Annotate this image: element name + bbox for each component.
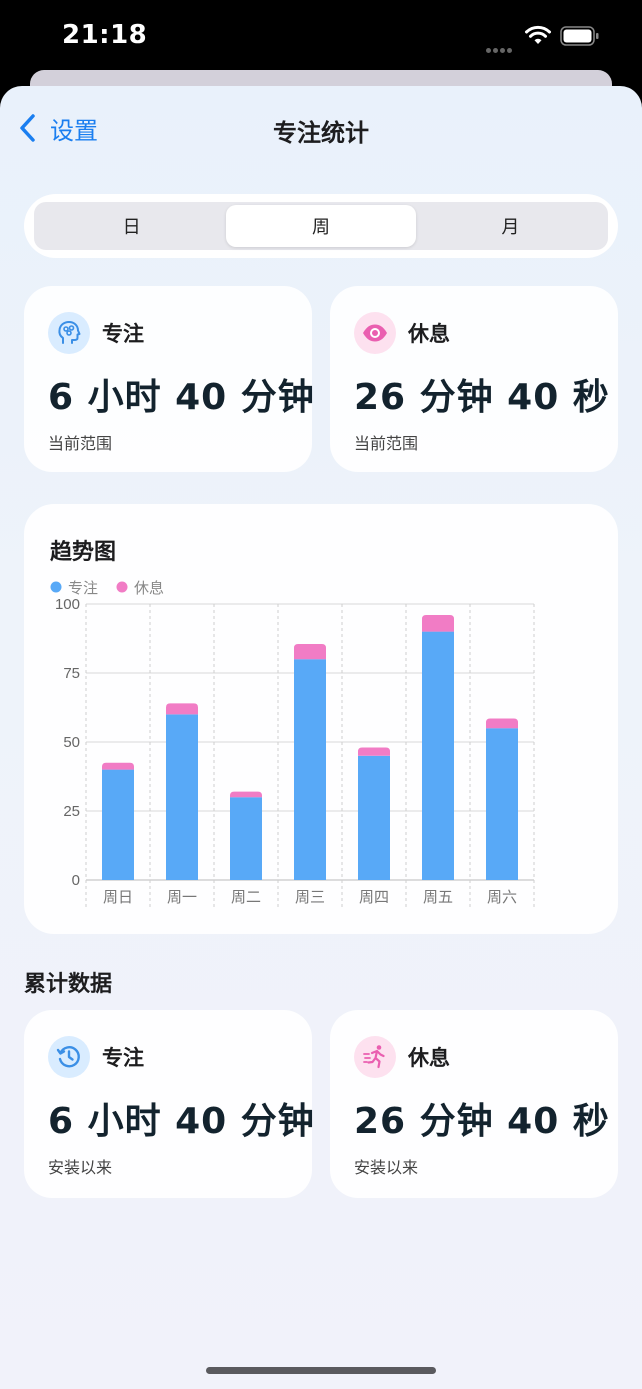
bar-rest bbox=[102, 762, 134, 770]
bar-focus bbox=[486, 728, 518, 880]
focus-total-value: 6 小时 40 分钟 bbox=[48, 1101, 315, 1142]
battery-icon bbox=[560, 26, 599, 46]
rest-total-value: 26 分钟 40 秒 bbox=[354, 1101, 610, 1142]
range-selector: 日 周 月 bbox=[24, 194, 618, 258]
bar-focus bbox=[166, 714, 198, 880]
bar-rest bbox=[422, 615, 454, 632]
focus-range-value: 6 小时 40 分钟 bbox=[48, 377, 315, 418]
y-tick-label: 0 bbox=[72, 872, 80, 889]
rest-total-sub: 安装以来 bbox=[354, 1158, 419, 1177]
bar-focus bbox=[422, 631, 454, 880]
y-tick-label: 100 bbox=[55, 596, 80, 613]
x-tick-label: 周一 bbox=[167, 888, 197, 906]
rest-label: 休息 bbox=[408, 322, 450, 346]
status-time: 21:18 bbox=[62, 20, 148, 50]
x-tick-label: 周日 bbox=[103, 888, 133, 906]
bar-rest bbox=[166, 703, 198, 715]
focus-total-sub: 安装以来 bbox=[48, 1158, 113, 1177]
home-indicator bbox=[206, 1367, 436, 1374]
focus-range-card: 专注 6 小时 40 分钟 当前范围 bbox=[24, 286, 315, 472]
x-tick-label: 周四 bbox=[359, 888, 389, 906]
x-tick-label: 周二 bbox=[231, 888, 261, 906]
navigation-bar: 设置 专注统计 bbox=[0, 86, 642, 170]
bar-rest bbox=[358, 747, 390, 756]
running-person-icon bbox=[354, 1036, 396, 1078]
focus-range-sub: 当前范围 bbox=[48, 434, 113, 453]
bar-focus bbox=[358, 755, 390, 880]
eye-icon bbox=[354, 312, 396, 354]
segment-month[interactable]: 月 bbox=[416, 205, 605, 247]
brain-head-icon bbox=[48, 312, 90, 354]
wifi-icon bbox=[525, 25, 551, 44]
y-tick-label: 50 bbox=[63, 734, 80, 751]
page-title: 专注统计 bbox=[273, 119, 369, 147]
trend-chart-card: 趋势图 0 25 50 75 100 专注 休息 周日 周一 周二 周三 周四 周五 周六 bbox=[24, 504, 618, 934]
legend-label: 专注 bbox=[68, 579, 98, 597]
bar-focus bbox=[102, 769, 134, 880]
rest-total-card: 休息 26 分钟 40 秒 安装以来 bbox=[330, 1010, 618, 1198]
bar-rest bbox=[486, 718, 518, 729]
x-tick-label: 周五 bbox=[423, 888, 453, 906]
segment-day[interactable]: 日 bbox=[37, 205, 226, 247]
x-tick-label: 周六 bbox=[487, 888, 517, 906]
x-tick-label: 周三 bbox=[295, 888, 325, 906]
cumulative-section-title: 累计数据 bbox=[24, 972, 113, 997]
y-tick-label: 25 bbox=[63, 803, 80, 820]
rest-range-sub: 当前范围 bbox=[354, 434, 419, 453]
legend-swatch bbox=[116, 581, 128, 593]
rest-total-label: 休息 bbox=[408, 1046, 450, 1070]
legend-swatch bbox=[50, 581, 62, 593]
bar-rest bbox=[230, 791, 262, 798]
trend-chart: 0 25 50 75 100专注 休息周日 周一 周二 周三 周四 周五 周六 bbox=[50, 579, 535, 908]
stats-sheet: 设置 专注统计 日 周 月 专注 6 小时 40 分钟 当前范围 休息 26 分… bbox=[0, 86, 642, 1389]
bar-focus bbox=[294, 659, 326, 880]
focus-total-card: 专注 6 小时 40 分钟 安装以来 bbox=[24, 1010, 315, 1198]
focus-label: 专注 bbox=[102, 322, 144, 346]
history-clock-icon bbox=[48, 1036, 90, 1078]
segment-week[interactable]: 周 bbox=[226, 205, 416, 247]
focus-total-label: 专注 bbox=[102, 1046, 144, 1070]
legend-label: 休息 bbox=[134, 579, 164, 597]
rest-range-value: 26 分钟 40 秒 bbox=[354, 377, 610, 418]
segmented-control: 日 周 月 bbox=[34, 202, 608, 250]
signal-dots-icon bbox=[486, 38, 516, 53]
rest-range-card: 休息 26 分钟 40 秒 当前范围 bbox=[330, 286, 618, 472]
bar-focus bbox=[230, 797, 262, 880]
y-tick-label: 75 bbox=[63, 665, 80, 682]
status-bar: 21:18 bbox=[0, 0, 642, 70]
bar-rest bbox=[294, 644, 326, 660]
